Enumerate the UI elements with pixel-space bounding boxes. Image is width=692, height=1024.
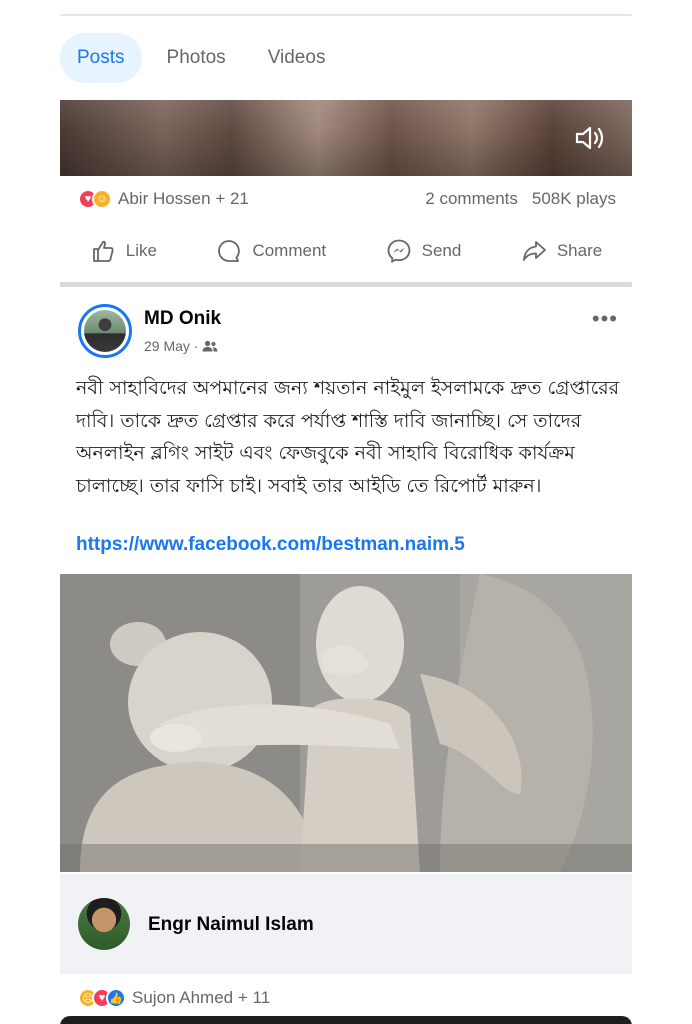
- sculpture-image: [60, 574, 632, 872]
- share-button[interactable]: Share: [521, 238, 602, 264]
- top-divider: [60, 14, 632, 16]
- post-date[interactable]: 29 May ·: [144, 338, 198, 354]
- post-actions: Like Comment Send Share: [60, 226, 632, 276]
- share-icon: [522, 241, 546, 261]
- friends-icon: [202, 340, 218, 352]
- reactions-summary: ♥ ☺ Abir Hossen + 21 2 comments 508K pla…: [60, 182, 632, 216]
- comment-label: Comment: [252, 241, 327, 260]
- speaker-icon[interactable]: [574, 124, 606, 152]
- shared-profile-name[interactable]: Engr Naimul Islam: [148, 914, 314, 936]
- send-label: Send: [421, 241, 462, 260]
- video-player[interactable]: [60, 100, 632, 176]
- profile-tabs: Posts Photos Videos: [60, 32, 632, 84]
- author-avatar[interactable]: [78, 304, 132, 358]
- bottom-reactors-text[interactable]: Sujon Ahmed + 11: [132, 988, 270, 1008]
- share-label: Share: [556, 241, 603, 260]
- author-name[interactable]: MD Onik: [144, 308, 221, 330]
- bottom-reactions-summary: ☹ ♥ 👍 Sujon Ahmed + 11: [60, 984, 632, 1012]
- tab-posts[interactable]: Posts: [60, 33, 142, 83]
- care-react-icon: ☺: [92, 189, 112, 209]
- post-link[interactable]: https://www.facebook.com/bestman.naim.5: [76, 534, 624, 556]
- like-button[interactable]: Like: [90, 238, 157, 264]
- tab-videos[interactable]: Videos: [251, 33, 343, 83]
- post-meta: 29 May ·: [144, 338, 218, 354]
- shared-profile-avatar[interactable]: [78, 898, 130, 950]
- post-divider: [60, 282, 632, 287]
- messenger-icon: [387, 239, 411, 264]
- post-header: MD Onik 29 May · •••: [60, 296, 632, 366]
- comment-icon: [218, 240, 241, 262]
- post-photo[interactable]: [60, 574, 632, 872]
- post-body: নবী সাহাবিদের অপমানের জন্য শয়তান নাইমুল…: [76, 377, 620, 497]
- like-label: Like: [125, 241, 157, 260]
- comments-count[interactable]: 2 comments: [425, 189, 518, 209]
- more-options-icon[interactable]: •••: [592, 306, 618, 332]
- avatar-image: [84, 310, 126, 352]
- comment-button[interactable]: Comment: [216, 238, 326, 264]
- send-button[interactable]: Send: [386, 238, 462, 264]
- bottom-sheet-handle: [60, 1016, 632, 1024]
- tab-photos[interactable]: Photos: [150, 33, 243, 83]
- reactors-text[interactable]: Abir Hossen + 21: [118, 189, 249, 209]
- shared-from-card[interactable]: Engr Naimul Islam: [60, 874, 632, 974]
- like-react-icon: 👍: [106, 988, 126, 1008]
- thumbs-up-icon: [92, 240, 114, 262]
- plays-count: 508K plays: [531, 189, 616, 208]
